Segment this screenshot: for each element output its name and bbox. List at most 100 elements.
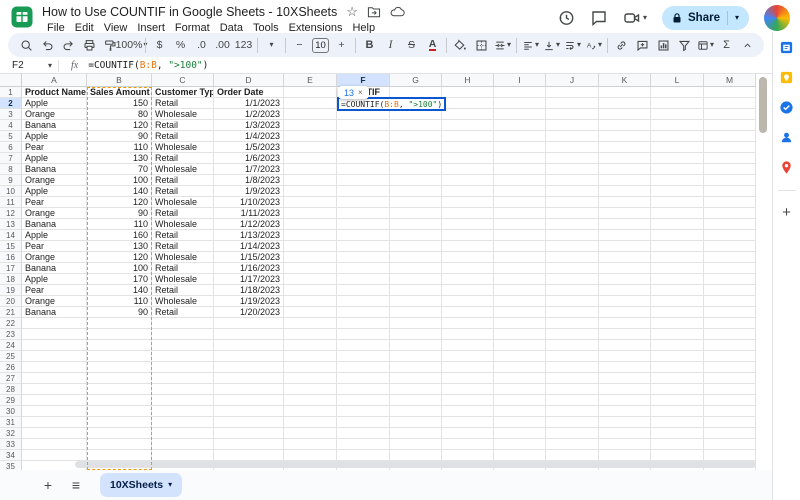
row-header-12[interactable]: 12 [0,208,22,219]
cell-G22[interactable] [390,318,442,329]
column-header-J[interactable]: J [546,74,599,87]
cell-G9[interactable] [390,175,442,186]
cell-M25[interactable] [704,351,756,362]
cell-K11[interactable] [599,197,651,208]
cell-I1[interactable] [494,87,546,98]
row-header-18[interactable]: 18 [0,274,22,285]
comments-icon[interactable] [590,9,608,27]
cell-F27[interactable] [337,373,390,384]
cell-K15[interactable] [599,241,651,252]
cell-H2[interactable] [442,98,494,109]
add-sheet-button[interactable]: + [36,473,60,497]
cell-K5[interactable] [599,131,651,142]
cell-F30[interactable] [337,406,390,417]
sheets-logo-icon[interactable] [10,5,34,29]
cell-L12[interactable] [651,208,704,219]
move-folder-icon[interactable] [367,6,381,18]
cell-L17[interactable] [651,263,704,274]
cell-K1[interactable] [599,87,651,98]
cell-J29[interactable] [546,395,599,406]
cell-E7[interactable] [284,153,337,164]
cell-G5[interactable] [390,131,442,142]
cell-J22[interactable] [546,318,599,329]
cell-K34[interactable] [599,450,651,461]
cell-F11[interactable] [337,197,390,208]
cell-F20[interactable] [337,296,390,307]
maps-icon[interactable] [779,160,795,176]
cell-F17[interactable] [337,263,390,274]
cell-I27[interactable] [494,373,546,384]
version-history-icon[interactable] [557,9,575,27]
cell-B12[interactable]: 90 [87,208,152,219]
cell-D19[interactable]: 1/18/2023 [214,285,284,296]
row-header-20[interactable]: 20 [0,296,22,307]
cell-C4[interactable]: Retail [152,120,214,131]
cell-H22[interactable] [442,318,494,329]
cell-I2[interactable] [494,98,546,109]
cell-C23[interactable] [152,329,214,340]
table-views-icon[interactable]: ▾ [695,35,716,55]
cell-G7[interactable] [390,153,442,164]
cell-J20[interactable] [546,296,599,307]
cell-A19[interactable]: Pear [22,285,87,296]
cell-F9[interactable] [337,175,390,186]
cell-E28[interactable] [284,384,337,395]
cell-A33[interactable] [22,439,87,450]
cell-I3[interactable] [494,109,546,120]
cell-E26[interactable] [284,362,337,373]
column-header-D[interactable]: D [214,74,284,87]
cell-F6[interactable] [337,142,390,153]
cell-J8[interactable] [546,164,599,175]
sheet-tab-active[interactable]: 10XSheets ▾ [100,473,183,497]
cell-B2[interactable]: 150 [87,98,152,109]
cell-B11[interactable]: 120 [87,197,152,208]
cell-H31[interactable] [442,417,494,428]
cell-F23[interactable] [337,329,390,340]
cell-A12[interactable]: Orange [22,208,87,219]
cell-E31[interactable] [284,417,337,428]
row-header-35[interactable]: 35 [0,461,22,470]
cell-B16[interactable]: 120 [87,252,152,263]
cell-H26[interactable] [442,362,494,373]
cell-L22[interactable] [651,318,704,329]
cell-H1[interactable] [442,87,494,98]
cell-D21[interactable]: 1/20/2023 [214,307,284,318]
cell-D23[interactable] [214,329,284,340]
row-header-26[interactable]: 26 [0,362,22,373]
cell-D7[interactable]: 1/6/2023 [214,153,284,164]
cell-L32[interactable] [651,428,704,439]
cell-I12[interactable] [494,208,546,219]
insert-comment-icon[interactable] [632,35,653,55]
cell-I4[interactable] [494,120,546,131]
functions-button[interactable]: Σ [716,35,737,55]
cell-A15[interactable]: Pear [22,241,87,252]
cell-J10[interactable] [546,186,599,197]
cell-F5[interactable] [337,131,390,142]
decrease-font-size-button[interactable]: − [289,35,310,55]
cell-C16[interactable]: Wholesale [152,252,214,263]
video-call-button[interactable]: ▾ [623,9,647,27]
column-header-B[interactable]: B [87,74,152,87]
cell-H28[interactable] [442,384,494,395]
cell-C17[interactable]: Retail [152,263,214,274]
cell-D15[interactable]: 1/14/2023 [214,241,284,252]
cell-D25[interactable] [214,351,284,362]
row-header-9[interactable]: 9 [0,175,22,186]
create-filter-icon[interactable] [674,35,695,55]
cell-G20[interactable] [390,296,442,307]
cell-J28[interactable] [546,384,599,395]
cell-D10[interactable]: 1/9/2023 [214,186,284,197]
cell-L15[interactable] [651,241,704,252]
cell-M28[interactable] [704,384,756,395]
cell-H4[interactable] [442,120,494,131]
cell-G13[interactable] [390,219,442,230]
cell-G16[interactable] [390,252,442,263]
cell-K3[interactable] [599,109,651,120]
cell-A27[interactable] [22,373,87,384]
cell-G11[interactable] [390,197,442,208]
cell-G28[interactable] [390,384,442,395]
cell-H3[interactable] [442,109,494,120]
cell-I28[interactable] [494,384,546,395]
row-header-6[interactable]: 6 [0,142,22,153]
vertical-scrollbar[interactable] [757,74,769,470]
